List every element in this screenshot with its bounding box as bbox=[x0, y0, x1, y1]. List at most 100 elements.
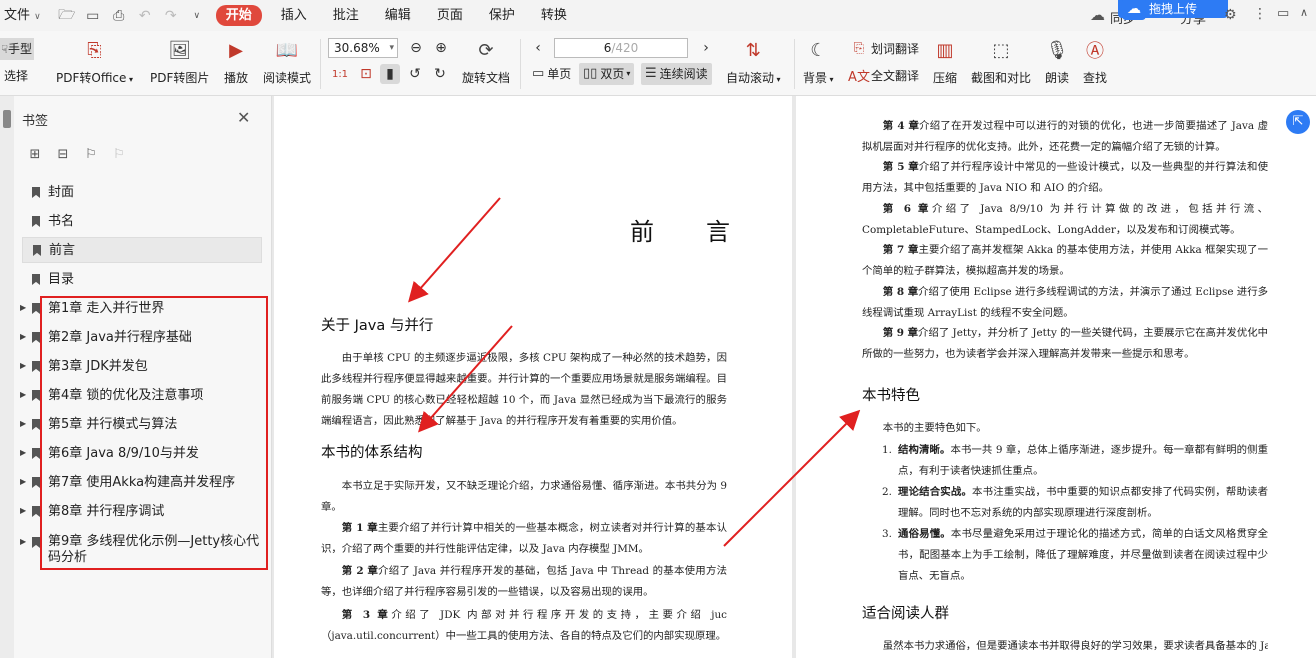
expand-arrow-icon[interactable]: ▶ bbox=[20, 477, 26, 486]
chapter-desc-1: 第 1 章主要介绍了并行计算中相关的一些基本概念，树立读者对并行计算的基本认识，… bbox=[321, 518, 727, 560]
zoom-select[interactable]: 30.68% ▾ bbox=[328, 38, 398, 58]
expand-arrow-icon[interactable]: ▶ bbox=[20, 303, 26, 312]
actual-size-icon[interactable]: 1:1 bbox=[330, 64, 350, 84]
hand-tool-button[interactable]: ☟手型 bbox=[0, 38, 34, 60]
cloud-upload-icon[interactable]: ☁ bbox=[1122, 0, 1146, 20]
tab-start[interactable]: 开始 bbox=[215, 5, 262, 26]
single-page-button[interactable]: ▭ 单页 bbox=[528, 63, 575, 85]
rotate-document-icon: ⟳ bbox=[478, 39, 494, 61]
expand-arrow-icon[interactable]: ▶ bbox=[20, 506, 26, 515]
redo-icon[interactable]: ↷ bbox=[161, 6, 181, 26]
list-number: 3. bbox=[882, 528, 892, 540]
tab-comment[interactable]: 批注 bbox=[320, 0, 372, 31]
rotate-document-button[interactable]: ⟳ 旋转文档 bbox=[462, 37, 510, 86]
collapse-all-icon[interactable]: ⊟ bbox=[54, 146, 72, 162]
zoom-value: 30.68% bbox=[334, 41, 380, 55]
expand-arrow-icon[interactable]: ▶ bbox=[20, 448, 26, 457]
close-icon[interactable]: ✕ bbox=[237, 108, 250, 127]
preface-heading: 前言 bbox=[630, 218, 782, 246]
fit-width-icon[interactable]: ▮ bbox=[380, 64, 400, 84]
pdf-to-image-button[interactable]: 🖼 PDF转图片 bbox=[150, 37, 209, 86]
ribbon-divider bbox=[520, 39, 521, 89]
autoscroll-button[interactable]: ⇅ 自动滚动 ▾ bbox=[726, 37, 781, 86]
read-mode-button[interactable]: 📖 阅读模式 bbox=[263, 37, 311, 86]
bookmark-item-preface[interactable]: 前言 bbox=[22, 237, 262, 263]
fit-page-icon[interactable]: ⊡ bbox=[356, 64, 376, 84]
tab-protect[interactable]: 保护 bbox=[476, 0, 528, 31]
chapter-desc-3: 第 3 章介绍了 JDK 内部对并行程序开发的支持，主要介绍 juc（java.… bbox=[321, 605, 727, 647]
expand-all-icon[interactable]: ⊞ bbox=[26, 146, 44, 162]
rotate-left-icon[interactable]: ↺ bbox=[405, 64, 425, 84]
ribbon-toggle-icon[interactable]: ∧ bbox=[1300, 6, 1308, 19]
continuous-read-button[interactable]: ☰ 连续阅读 bbox=[641, 63, 712, 85]
background-button[interactable]: ☾ 背景 ▾ bbox=[803, 37, 834, 86]
bookmark-item-toc[interactable]: 目录 bbox=[22, 267, 262, 293]
expand-arrow-icon[interactable]: ▶ bbox=[20, 537, 26, 546]
sidebar-tab-bookmark[interactable] bbox=[3, 110, 11, 128]
read-aloud-button[interactable]: 🎙 朗读 bbox=[1044, 37, 1070, 86]
next-page-icon[interactable]: › bbox=[696, 38, 716, 58]
microphone-icon: 🎙 bbox=[1045, 39, 1069, 61]
print-icon[interactable]: ⎙ bbox=[109, 6, 129, 26]
ribbon-toolbar: ☟手型 选择 ⎘ PDF转Office ▾ 🖼 PDF转图片 ▶ 播放 📖 阅读… bbox=[0, 31, 1316, 96]
add-bookmark-icon[interactable]: ⚐ bbox=[82, 146, 100, 162]
collapse-ribbon-icon[interactable]: ▭ bbox=[1277, 6, 1289, 21]
more-icon[interactable]: ⋮ bbox=[1253, 6, 1267, 22]
hand-tool-icon: ☟ bbox=[1, 43, 8, 56]
screenshot-compare-button[interactable]: ⬚ 截图和对比 bbox=[971, 37, 1031, 86]
expand-arrow-icon[interactable]: ▶ bbox=[20, 419, 26, 428]
undo-icon[interactable]: ↶ bbox=[135, 6, 155, 26]
section-title-features: 本书特色 bbox=[862, 388, 920, 404]
cloud-status-icon[interactable]: ☁ bbox=[1090, 6, 1105, 24]
list-number: 2. bbox=[882, 486, 892, 498]
floating-tool-icon[interactable]: ⇱ bbox=[1286, 110, 1310, 134]
find-button[interactable]: Ⓐ 查找 bbox=[1082, 37, 1108, 86]
autoscroll-icon: ⇅ bbox=[745, 39, 761, 61]
document-viewer[interactable]: 前言 关于 Java 与并行 由于单核 CPU 的主频逐步逼近极限，多核 CPU… bbox=[272, 96, 1316, 658]
expand-arrow-icon[interactable]: ▶ bbox=[20, 332, 26, 341]
bookmark-item-title[interactable]: 书名 bbox=[22, 209, 262, 235]
full-translate-button[interactable]: A文 全文翻译 bbox=[848, 66, 919, 85]
bookmark-icon bbox=[32, 274, 42, 286]
prev-page-icon[interactable]: ‹ bbox=[528, 38, 548, 58]
bookmark-item-cover[interactable]: 封面 bbox=[22, 180, 262, 206]
tab-page[interactable]: 页面 bbox=[424, 0, 476, 31]
zoom-in-icon[interactable]: ⊕ bbox=[431, 38, 451, 58]
page-number-input[interactable]: 6/420 bbox=[554, 38, 688, 58]
settings-icon[interactable]: ⚙ bbox=[1224, 7, 1237, 23]
play-label: 播放 bbox=[223, 71, 248, 85]
word-translate-button[interactable]: ⎘ 划词翻译 bbox=[850, 39, 919, 57]
save-icon[interactable]: ▭ bbox=[83, 6, 103, 26]
bookmark-panel: 书签 ✕ ⊞ ⊟ ⚐ ⚐ 封面 书名 前言 目录 ▶ 第1章 走入并行世界 ▶ 第2… bbox=[0, 96, 272, 658]
double-page-button[interactable]: ▯▯ 双页 ▾ bbox=[579, 63, 635, 85]
play-button[interactable]: ▶ 播放 bbox=[223, 37, 249, 86]
delete-bookmark-icon[interactable]: ⚐ bbox=[110, 146, 128, 162]
tab-convert[interactable]: 转换 bbox=[528, 0, 580, 31]
section-title-java-parallel: 关于 Java 与并行 bbox=[321, 318, 434, 334]
chapter-desc-4: 第 4 章介绍了在开发过程中可以进行的对锁的优化，也进一步简要描述了 Java … bbox=[862, 116, 1268, 158]
pdf-to-office-button[interactable]: ⎘ PDF转Office ▾ bbox=[56, 37, 133, 86]
bookmark-label: 书名 bbox=[48, 214, 75, 229]
list-number: 1. bbox=[882, 444, 892, 456]
section-title-audience: 适合阅读人群 bbox=[862, 606, 949, 622]
pdf-to-image-icon: 🖼 bbox=[168, 39, 192, 61]
quick-access-dropdown-icon[interactable]: ∨ bbox=[187, 6, 207, 26]
feature-label: 理论结合实战。 bbox=[898, 486, 973, 498]
find-icon: Ⓐ bbox=[1086, 41, 1104, 62]
rotate-right-icon[interactable]: ↻ bbox=[430, 64, 450, 84]
select-tool-button[interactable]: 选择 bbox=[4, 67, 28, 84]
tab-insert[interactable]: 插入 bbox=[268, 0, 320, 31]
compress-button[interactable]: ▥ 压缩 bbox=[932, 37, 958, 86]
zoom-out-icon[interactable]: ⊖ bbox=[406, 38, 426, 58]
expand-arrow-icon[interactable]: ▶ bbox=[20, 361, 26, 370]
expand-arrow-icon[interactable]: ▶ bbox=[20, 390, 26, 399]
chapter-text: 介绍了并行程序设计中常见的一些设计模式，以及一些典型的并行算法和使用方法，其中包… bbox=[862, 161, 1268, 194]
ribbon-divider bbox=[320, 39, 321, 89]
word-translate-label: 划词翻译 bbox=[871, 41, 920, 56]
read-aloud-label: 朗读 bbox=[1044, 71, 1069, 85]
rotate-document-label: 旋转文档 bbox=[462, 71, 511, 85]
chevron-down-icon: ▾ bbox=[389, 43, 394, 53]
menu-file[interactable]: 文件 ∨ bbox=[0, 0, 45, 31]
tab-edit[interactable]: 编辑 bbox=[372, 0, 424, 31]
open-folder-icon[interactable]: 🗁 bbox=[57, 6, 77, 26]
